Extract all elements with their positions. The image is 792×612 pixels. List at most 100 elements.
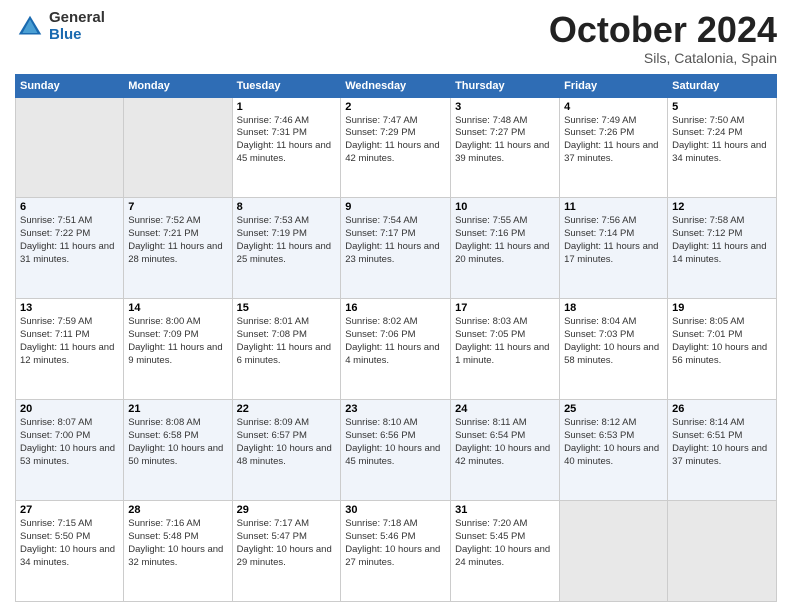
calendar-cell: 26 Sunrise: 8:14 AM Sunset: 6:51 PM Dayli… (668, 400, 777, 501)
day-info: Sunrise: 7:20 AM Sunset: 5:45 PM Dayligh… (455, 518, 555, 569)
calendar-cell: 13 Sunrise: 7:59 AM Sunset: 7:11 PM Dayli… (16, 299, 124, 400)
calendar-cell: 20Sunrise: 8:07 AM Sunset: 7:00 PM Dayli… (16, 400, 124, 501)
day-info: Sunrise: 8:05 AM Sunset: 7:01 PM Dayligh… (672, 316, 772, 367)
day-info: Sunrise: 7:46 AM Sunset: 7:31 PM Dayligh… (237, 115, 337, 166)
calendar-cell: 25 Sunrise: 8:12 AM Sunset: 6:53 PM Dayli… (560, 400, 668, 501)
title-block: October 2024 Sils, Catalonia, Spain (549, 10, 777, 66)
day-info: Sunrise: 8:09 AM Sunset: 6:57 PM Dayligh… (237, 417, 337, 468)
calendar-cell: 11 Sunrise: 7:56 AM Sunset: 7:14 PM Dayli… (560, 198, 668, 299)
day-number: 10 (455, 201, 555, 213)
day-info: Sunrise: 8:02 AM Sunset: 7:06 PM Dayligh… (345, 316, 446, 367)
day-info: Sunrise: 7:18 AM Sunset: 5:46 PM Dayligh… (345, 518, 446, 569)
day-number: 4 (564, 101, 663, 113)
calendar-cell: 29 Sunrise: 7:17 AM Sunset: 5:47 PM Dayli… (232, 501, 341, 602)
header: General Blue October 2024 Sils, Cataloni… (15, 10, 777, 66)
day-info: Sunrise: 7:51 AM Sunset: 7:22 PM Dayligh… (20, 215, 119, 266)
calendar-cell: 31 Sunrise: 7:20 AM Sunset: 5:45 PM Dayli… (451, 501, 560, 602)
day-info: Sunrise: 8:11 AM Sunset: 6:54 PM Dayligh… (455, 417, 555, 468)
day-info: Sunrise: 8:12 AM Sunset: 6:53 PM Dayligh… (564, 417, 663, 468)
day-number: 23 (345, 403, 446, 415)
calendar-cell: 14 Sunrise: 8:00 AM Sunset: 7:09 PM Dayli… (124, 299, 232, 400)
day-number: 26 (672, 403, 772, 415)
day-number: 21 (128, 403, 227, 415)
day-info: Sunrise: 8:00 AM Sunset: 7:09 PM Dayligh… (128, 316, 227, 367)
day-of-week-header: Thursday (451, 74, 560, 97)
calendar-cell: 30Sunrise: 7:18 AM Sunset: 5:46 PM Dayli… (341, 501, 451, 602)
calendar-cell (124, 97, 232, 198)
day-number: 25 (564, 403, 663, 415)
day-number: 8 (237, 201, 337, 213)
calendar-cell: 4 Sunrise: 7:49 AM Sunset: 7:26 PM Daylig… (560, 97, 668, 198)
calendar-cell (668, 501, 777, 602)
day-info: Sunrise: 7:50 AM Sunset: 7:24 PM Dayligh… (672, 115, 772, 166)
calendar-cell: 1 Sunrise: 7:46 AM Sunset: 7:31 PM Daylig… (232, 97, 341, 198)
month-title: October 2024 (549, 10, 777, 50)
day-of-week-header: Tuesday (232, 74, 341, 97)
day-number: 9 (345, 201, 446, 213)
day-number: 11 (564, 201, 663, 213)
calendar-week-row: 20Sunrise: 8:07 AM Sunset: 7:00 PM Dayli… (16, 400, 777, 501)
calendar-cell: 28Sunrise: 7:16 AM Sunset: 5:48 PM Dayli… (124, 501, 232, 602)
location-subtitle: Sils, Catalonia, Spain (549, 50, 777, 66)
logo-blue: Blue (49, 27, 105, 44)
calendar-week-row: 13 Sunrise: 7:59 AM Sunset: 7:11 PM Dayli… (16, 299, 777, 400)
day-number: 6 (20, 201, 119, 213)
logo-text: General Blue (49, 10, 105, 43)
calendar-cell: 24 Sunrise: 8:11 AM Sunset: 6:54 PM Dayli… (451, 400, 560, 501)
calendar-cell: 18 Sunrise: 8:04 AM Sunset: 7:03 PM Dayli… (560, 299, 668, 400)
day-number: 5 (672, 101, 772, 113)
calendar-cell: 7Sunrise: 7:52 AM Sunset: 7:21 PM Daylig… (124, 198, 232, 299)
calendar-cell: 15 Sunrise: 8:01 AM Sunset: 7:08 PM Dayli… (232, 299, 341, 400)
day-of-week-header: Monday (124, 74, 232, 97)
day-of-week-header: Saturday (668, 74, 777, 97)
day-number: 15 (237, 302, 337, 314)
day-number: 3 (455, 101, 555, 113)
day-number: 16 (345, 302, 446, 314)
calendar-cell: 10Sunrise: 7:55 AM Sunset: 7:16 PM Dayli… (451, 198, 560, 299)
calendar-cell: 9Sunrise: 7:54 AM Sunset: 7:17 PM Daylig… (341, 198, 451, 299)
day-number: 31 (455, 504, 555, 516)
page: General Blue October 2024 Sils, Cataloni… (0, 0, 792, 612)
day-info: Sunrise: 7:48 AM Sunset: 7:27 PM Dayligh… (455, 115, 555, 166)
calendar-week-row: 6 Sunrise: 7:51 AM Sunset: 7:22 PM Daylig… (16, 198, 777, 299)
calendar-cell: 16 Sunrise: 8:02 AM Sunset: 7:06 PM Dayli… (341, 299, 451, 400)
day-info: Sunrise: 7:17 AM Sunset: 5:47 PM Dayligh… (237, 518, 337, 569)
day-number: 18 (564, 302, 663, 314)
calendar-week-row: 1 Sunrise: 7:46 AM Sunset: 7:31 PM Daylig… (16, 97, 777, 198)
day-number: 1 (237, 101, 337, 113)
day-number: 17 (455, 302, 555, 314)
day-info: Sunrise: 7:53 AM Sunset: 7:19 PM Dayligh… (237, 215, 337, 266)
calendar-cell: 22Sunrise: 8:09 AM Sunset: 6:57 PM Dayli… (232, 400, 341, 501)
day-of-week-header: Sunday (16, 74, 124, 97)
day-number: 12 (672, 201, 772, 213)
logo-general: General (49, 10, 105, 27)
day-number: 14 (128, 302, 227, 314)
day-number: 19 (672, 302, 772, 314)
calendar-week-row: 27Sunrise: 7:15 AM Sunset: 5:50 PM Dayli… (16, 501, 777, 602)
calendar-cell: 6 Sunrise: 7:51 AM Sunset: 7:22 PM Daylig… (16, 198, 124, 299)
calendar-header-row: SundayMondayTuesdayWednesdayThursdayFrid… (16, 74, 777, 97)
day-info: Sunrise: 7:47 AM Sunset: 7:29 PM Dayligh… (345, 115, 446, 166)
day-info: Sunrise: 7:15 AM Sunset: 5:50 PM Dayligh… (20, 518, 119, 569)
day-info: Sunrise: 8:03 AM Sunset: 7:05 PM Dayligh… (455, 316, 555, 367)
day-info: Sunrise: 7:59 AM Sunset: 7:11 PM Dayligh… (20, 316, 119, 367)
day-info: Sunrise: 7:56 AM Sunset: 7:14 PM Dayligh… (564, 215, 663, 266)
day-number: 29 (237, 504, 337, 516)
day-info: Sunrise: 8:08 AM Sunset: 6:58 PM Dayligh… (128, 417, 227, 468)
calendar-cell: 2 Sunrise: 7:47 AM Sunset: 7:29 PM Daylig… (341, 97, 451, 198)
day-number: 28 (128, 504, 227, 516)
calendar-cell: 21 Sunrise: 8:08 AM Sunset: 6:58 PM Dayli… (124, 400, 232, 501)
day-number: 13 (20, 302, 119, 314)
day-number: 2 (345, 101, 446, 113)
day-info: Sunrise: 8:14 AM Sunset: 6:51 PM Dayligh… (672, 417, 772, 468)
day-info: Sunrise: 7:58 AM Sunset: 7:12 PM Dayligh… (672, 215, 772, 266)
day-info: Sunrise: 7:49 AM Sunset: 7:26 PM Dayligh… (564, 115, 663, 166)
calendar-cell: 23Sunrise: 8:10 AM Sunset: 6:56 PM Dayli… (341, 400, 451, 501)
day-info: Sunrise: 8:04 AM Sunset: 7:03 PM Dayligh… (564, 316, 663, 367)
calendar-cell: 12 Sunrise: 7:58 AM Sunset: 7:12 PM Dayli… (668, 198, 777, 299)
day-info: Sunrise: 8:01 AM Sunset: 7:08 PM Dayligh… (237, 316, 337, 367)
day-number: 24 (455, 403, 555, 415)
calendar-cell: 27Sunrise: 7:15 AM Sunset: 5:50 PM Dayli… (16, 501, 124, 602)
calendar-table: SundayMondayTuesdayWednesdayThursdayFrid… (15, 74, 777, 602)
calendar-cell: 3 Sunrise: 7:48 AM Sunset: 7:27 PM Daylig… (451, 97, 560, 198)
